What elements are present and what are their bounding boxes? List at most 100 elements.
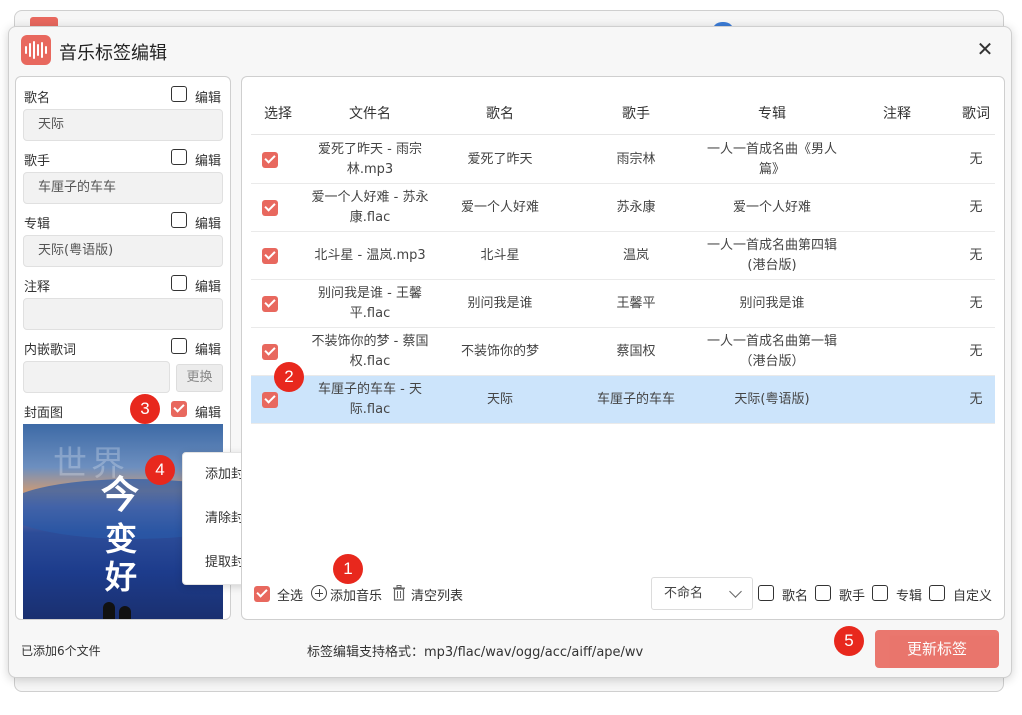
column-comment[interactable]: 注释 xyxy=(837,93,957,135)
cell-album: 一人一首成名曲《男人篇》 xyxy=(707,142,838,177)
comment-edit-label: 编辑 xyxy=(195,280,222,295)
cell-comment xyxy=(837,136,957,184)
lyrics-input[interactable] xyxy=(23,361,170,393)
column-lyrics[interactable]: 歌词 xyxy=(957,93,995,135)
cell-filename: 北斗星 - 温岚.mp3 xyxy=(314,248,426,263)
cover-edit-checkbox[interactable] xyxy=(171,401,187,417)
cell-filename: 爱一个人好难 - 苏永康.flac xyxy=(311,190,429,225)
cover-figure xyxy=(119,606,131,619)
table-row[interactable]: 爱死了昨天 - 雨宗林.mp3 爱死了昨天 雨宗林 一人一首成名曲《男人篇》 无 xyxy=(251,136,995,184)
rename-option-artist-label: 歌手 xyxy=(839,589,866,604)
cell-lyrics: 无 xyxy=(969,200,983,215)
cell-artist: 车厘子的车车 xyxy=(596,392,675,407)
cover-art-text-3: 好 xyxy=(105,558,138,596)
cell-lyrics: 无 xyxy=(969,152,983,167)
update-tags-button[interactable]: 更新标签 xyxy=(875,630,999,668)
column-select[interactable]: 选择 xyxy=(251,93,305,135)
rename-option-custom-label: 自定义 xyxy=(953,589,993,604)
cell-filename: 别问我是谁 - 王馨平.flac xyxy=(318,286,422,321)
select-all-checkbox[interactable] xyxy=(254,586,270,602)
file-count-status: 已添加6个文件 xyxy=(21,644,101,658)
cell-album: 天际(粤语版) xyxy=(734,392,810,407)
cell-lyrics: 无 xyxy=(969,248,983,263)
close-icon[interactable]: ✕ xyxy=(973,37,997,61)
column-title[interactable]: 歌名 xyxy=(435,93,565,135)
audio-wave-icon xyxy=(21,35,51,65)
cell-album: 爱一个人好难 xyxy=(732,200,811,215)
comment-label: 注释 xyxy=(24,280,51,295)
row-checkbox[interactable] xyxy=(262,248,278,264)
row-checkbox[interactable] xyxy=(262,392,278,408)
cell-artist: 雨宗林 xyxy=(616,152,656,167)
artist-label: 歌手 xyxy=(24,154,51,169)
rename-option-custom-checkbox[interactable] xyxy=(929,585,945,601)
artist-edit-checkbox[interactable] xyxy=(171,149,187,165)
table-row[interactable]: 不装饰你的梦 - 蔡国权.flac 不装饰你的梦 蔡国权 一人一首成名曲第一辑（港台版… xyxy=(251,328,995,376)
cover-figure xyxy=(103,602,115,619)
rename-option-title-checkbox[interactable] xyxy=(758,585,774,601)
step-badge-1: 1 xyxy=(333,554,363,584)
table-row[interactable]: 车厘子的车车 - 天际.flac 天际 车厘子的车车 天际(粤语版) 无 xyxy=(251,376,995,424)
row-checkbox[interactable] xyxy=(262,200,278,216)
chevron-down-icon xyxy=(729,585,742,598)
album-edit-checkbox[interactable] xyxy=(171,212,187,228)
artist-input[interactable]: 车厘子的车车 xyxy=(23,172,223,204)
row-checkbox[interactable] xyxy=(262,296,278,312)
rename-option-title-label: 歌名 xyxy=(782,589,809,604)
column-filename[interactable]: 文件名 xyxy=(305,93,435,135)
table-header: 选择 文件名 歌名 歌手 专辑 注释 歌词 xyxy=(251,93,995,135)
step-badge-2: 2 xyxy=(274,362,304,392)
select-all-label[interactable]: 全选 xyxy=(277,585,303,604)
supported-formats-text: 标签编辑支持格式：mp3/flac/wav/ogg/acc/aiff/ape/w… xyxy=(307,645,644,660)
album-input[interactable]: 天际(粤语版) xyxy=(23,235,223,267)
cell-comment xyxy=(837,376,957,424)
cell-artist: 王馨平 xyxy=(616,296,656,311)
comment-input[interactable] xyxy=(23,298,223,330)
column-artist[interactable]: 歌手 xyxy=(565,93,707,135)
row-checkbox[interactable] xyxy=(262,152,278,168)
album-edit-label: 编辑 xyxy=(195,217,222,232)
naming-select-value: 不命名 xyxy=(664,586,704,601)
trash-icon[interactable] xyxy=(392,585,406,601)
table-row[interactable]: 北斗星 - 温岚.mp3 北斗星 温岚 一人一首成名曲第四辑(港台版) 无 xyxy=(251,232,995,280)
cell-album: 别问我是谁 xyxy=(739,296,805,311)
add-circle-icon[interactable] xyxy=(311,585,327,601)
rename-option-artist-checkbox[interactable] xyxy=(815,585,831,601)
album-label: 专辑 xyxy=(24,217,51,232)
column-album[interactable]: 专辑 xyxy=(707,93,837,135)
cell-lyrics: 无 xyxy=(969,296,983,311)
cell-title: 北斗星 xyxy=(480,248,520,263)
naming-select[interactable]: 不命名 xyxy=(651,577,753,610)
window-title: 音乐标签编辑 xyxy=(59,43,167,64)
cell-artist: 蔡国权 xyxy=(616,344,656,359)
cell-comment xyxy=(837,328,957,376)
song-name-input[interactable]: 天际 xyxy=(23,109,223,141)
lyrics-edit-checkbox[interactable] xyxy=(171,338,187,354)
cover-art-text-1: 今 xyxy=(101,472,140,517)
lyrics-label: 内嵌歌词 xyxy=(24,343,77,358)
step-badge-3: 3 xyxy=(130,394,160,424)
cell-album: 一人一首成名曲第四辑(港台版) xyxy=(707,238,838,273)
row-checkbox[interactable] xyxy=(262,344,278,360)
cover-edit-label: 编辑 xyxy=(195,406,222,421)
add-music-button[interactable]: 添加音乐 xyxy=(330,585,382,604)
song-name-edit-checkbox[interactable] xyxy=(171,86,187,102)
cell-comment xyxy=(837,232,957,280)
cell-album: 一人一首成名曲第一辑（港台版） xyxy=(707,334,838,369)
table-row[interactable]: 爱一个人好难 - 苏永康.flac 爱一个人好难 苏永康 爱一个人好难 无 xyxy=(251,184,995,232)
step-badge-4: 4 xyxy=(145,455,175,485)
comment-edit-checkbox[interactable] xyxy=(171,275,187,291)
title-bar: 音乐标签编辑 ✕ xyxy=(9,27,1011,75)
table-row[interactable]: 别问我是谁 - 王馨平.flac 别问我是谁 王馨平 别问我是谁 无 xyxy=(251,280,995,328)
cell-title: 不装饰你的梦 xyxy=(460,344,539,359)
cell-title: 别问我是谁 xyxy=(467,296,533,311)
music-tag-editor-dialog: 音乐标签编辑 ✕ 歌名 编辑 天际 歌手 编辑 车厘子的车车 专辑 编辑 天际(… xyxy=(8,26,1012,678)
lyrics-edit-label: 编辑 xyxy=(195,343,222,358)
cell-filename: 车厘子的车车 - 天际.flac xyxy=(318,382,422,417)
cell-artist: 苏永康 xyxy=(616,200,656,215)
clear-list-button[interactable]: 清空列表 xyxy=(411,585,463,604)
rename-option-album-checkbox[interactable] xyxy=(872,585,888,601)
cell-title: 天际 xyxy=(486,392,513,407)
replace-lyrics-button[interactable]: 更换 xyxy=(176,364,223,392)
cell-lyrics: 无 xyxy=(969,392,983,407)
